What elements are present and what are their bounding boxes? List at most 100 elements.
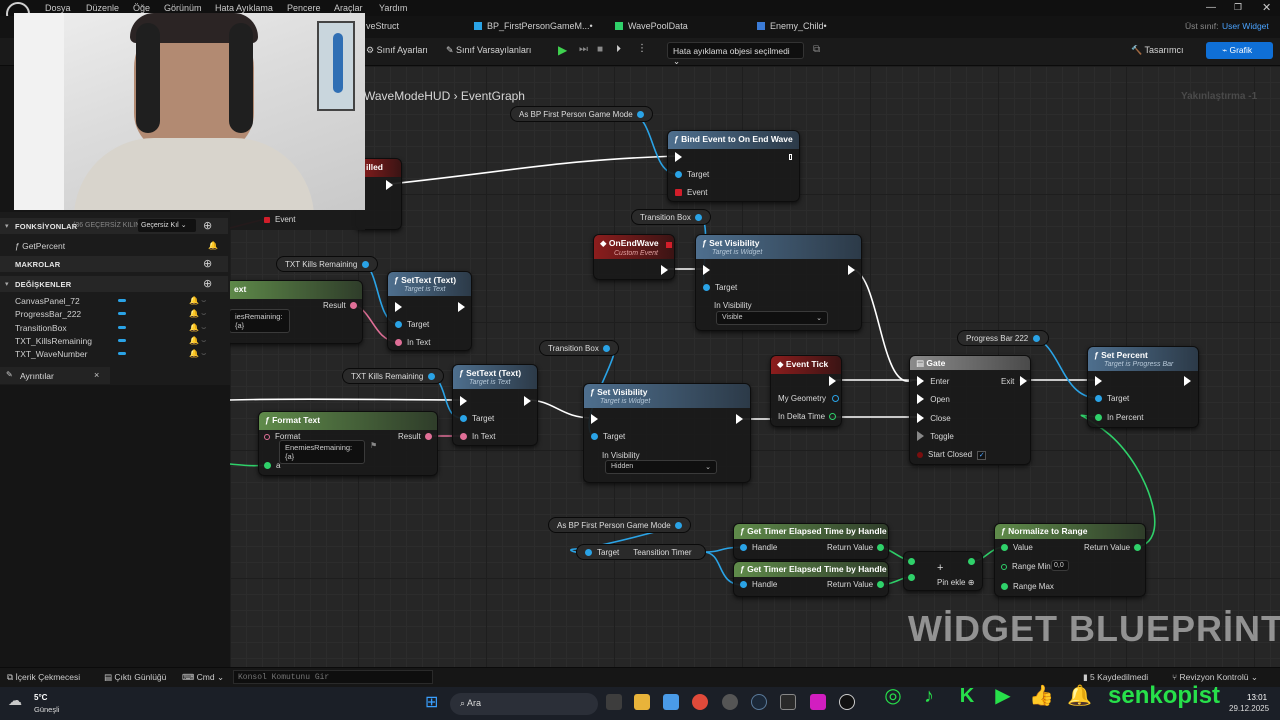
console-input[interactable]	[233, 670, 433, 684]
cast-node-game-mode-2[interactable]: As BP First Person Game Mode	[548, 517, 691, 533]
add-function-icon[interactable]: ⊕	[203, 219, 212, 232]
gate-node[interactable]: ▤ Gate	[909, 355, 1031, 465]
transition-box-getter[interactable]: Transition Box	[631, 209, 712, 225]
exec-out-pin[interactable]	[848, 265, 855, 275]
exec-out-pin[interactable]	[787, 152, 794, 162]
exec-in-pin[interactable]	[591, 414, 598, 424]
exec-in-pin[interactable]	[675, 152, 682, 162]
taskbar-search[interactable]: ⌕ Ara	[450, 693, 598, 715]
toggle-pin[interactable]: Toggle	[917, 431, 954, 441]
input-b-pin[interactable]	[908, 573, 920, 582]
transition-box-getter-2[interactable]: Transition Box	[539, 340, 620, 356]
output-log-button[interactable]: ▤ Çıktı Günlüğü	[104, 672, 166, 683]
target-pin[interactable]: Target	[703, 283, 737, 292]
close-tab-icon[interactable]: ×	[94, 370, 99, 380]
epic-games-icon[interactable]	[780, 694, 796, 710]
get-timer-elapsed-node-2[interactable]: ƒ Get Timer Elapsed Time by Handle	[733, 561, 889, 597]
return-value-pin[interactable]: Return Value	[1084, 543, 1142, 552]
content-drawer-button[interactable]: ⧉ İçerik Çekmecesi	[7, 672, 80, 683]
target-pin[interactable]: Target	[1095, 394, 1129, 403]
target-pin[interactable]: Target	[395, 320, 429, 329]
save-icon: ▮	[1083, 672, 1091, 682]
task-view-icon[interactable]	[606, 694, 622, 710]
exec-out-pin[interactable]	[458, 302, 465, 312]
event-pin[interactable]: Event	[675, 188, 707, 197]
cmd-dropdown[interactable]: ⌨ Cmd ⌄	[182, 672, 224, 683]
format-text-field[interactable]: EnemiesRemaining:{a}	[279, 440, 365, 464]
delegate-pin[interactable]	[666, 242, 672, 248]
handle-pin[interactable]: Handle	[740, 543, 777, 552]
exec-out-pin[interactable]	[661, 265, 668, 275]
a-pin[interactable]: a	[264, 461, 280, 470]
weather-icon[interactable]: ☁	[8, 692, 22, 709]
exec-in-pin[interactable]	[703, 265, 710, 275]
result-pin[interactable]: Result	[398, 432, 432, 441]
windows-start-icon[interactable]: ⊞	[425, 692, 438, 712]
exec-out-pin[interactable]	[524, 396, 531, 406]
visibility-dropdown[interactable]: Visible ⌄	[716, 311, 828, 325]
variable-item[interactable]: TXT_KillsRemaining	[15, 336, 92, 346]
add-macro-icon[interactable]: ⊕	[203, 257, 212, 270]
cast-node-game-mode[interactable]: As BP First Person Game Mode	[510, 106, 653, 122]
exec-in-pin[interactable]	[460, 396, 467, 406]
target-pin[interactable]: Target	[591, 432, 625, 441]
exec-out-pin[interactable]	[736, 414, 743, 424]
output-pin[interactable]	[636, 111, 644, 118]
weather-text: Güneşli	[34, 705, 60, 714]
format-field[interactable]: iesRemaining:{a}	[229, 309, 290, 333]
start-closed-pin[interactable]: Start Closed ✓	[917, 450, 987, 460]
target-pin[interactable]: Target	[460, 414, 494, 423]
target-pin[interactable]: Target	[675, 170, 709, 179]
output-pin[interactable]	[968, 557, 980, 566]
return-value-pin[interactable]: Return Value	[827, 543, 885, 552]
range-min-field[interactable]: 0,0	[1051, 560, 1069, 571]
transition-timer-getter[interactable]: Target Teansition Timer	[576, 544, 706, 560]
close-pin[interactable]: Close	[917, 413, 951, 423]
range-min-pin[interactable]: Range Min	[1001, 562, 1051, 571]
in-text-pin[interactable]: In Text	[395, 338, 430, 347]
unreal-engine-icon[interactable]	[839, 694, 855, 710]
txt-kills-remaining-getter-1[interactable]: TXT Kills Remaining	[276, 256, 378, 272]
steam-icon[interactable]	[751, 694, 767, 710]
in-text-pin[interactable]: In Text	[460, 432, 495, 441]
in-delta-time-pin[interactable]: In Delta Time	[778, 412, 837, 421]
file-explorer-icon[interactable]	[634, 694, 650, 710]
variable-item[interactable]: CanvasPanel_72	[15, 296, 80, 306]
txt-kills-remaining-getter-2[interactable]: TXT Kills Remaining	[342, 368, 444, 384]
node-title: ƒ Set Visibility Target is Widget	[584, 384, 750, 408]
exec-in-pin[interactable]	[395, 302, 402, 312]
my-geometry-pin[interactable]: My Geometry	[778, 394, 840, 403]
input-a-pin[interactable]	[908, 557, 920, 566]
value-pin[interactable]: Value	[1001, 543, 1033, 552]
exec-out-pin[interactable]	[1184, 376, 1191, 386]
obs-icon[interactable]	[722, 694, 738, 710]
return-value-pin[interactable]: Return Value	[827, 580, 885, 589]
variable-item[interactable]: ProgressBar_222	[15, 309, 81, 319]
progress-bar-getter[interactable]: Progress Bar 222	[957, 330, 1049, 346]
exec-out-pin[interactable]	[386, 180, 393, 190]
function-item-getpercent[interactable]: ƒ GetPercent	[15, 241, 65, 251]
override-dropdown[interactable]: Geçersiz Kıl ⌄	[138, 219, 196, 232]
add-variable-icon[interactable]: ⊕	[203, 277, 212, 290]
range-max-pin[interactable]: Range Max	[1001, 582, 1054, 591]
exec-out-pin[interactable]	[829, 376, 836, 386]
open-pin[interactable]: Open	[917, 394, 950, 404]
in-percent-pin[interactable]: In Percent	[1095, 413, 1143, 422]
store-icon[interactable]	[663, 694, 679, 710]
handle-pin[interactable]: Handle	[740, 580, 777, 589]
exec-in-pin[interactable]	[1095, 376, 1102, 386]
get-timer-elapsed-node-1[interactable]: ƒ Get Timer Elapsed Time by Handle	[733, 523, 889, 560]
result-pin[interactable]: Result	[323, 301, 357, 310]
variable-toggles[interactable]: 🔔 ⌣ 🔔 ⌣ 🔔 ⌣ 🔔 ⌣ 🔔 ⌣	[189, 294, 219, 358]
visibility-dropdown[interactable]: Hidden ⌄	[605, 460, 717, 474]
start-closed-checkbox[interactable]: ✓	[977, 451, 987, 460]
add-pin-button[interactable]: Pin ekle ⊕	[937, 578, 974, 587]
event-delegate-pin[interactable]: Event	[264, 215, 295, 224]
app-icon[interactable]	[810, 694, 826, 710]
flag-icon[interactable]: ⚑	[370, 441, 377, 450]
variable-item[interactable]: TXT_WaveNumber	[15, 349, 87, 359]
exit-pin[interactable]: Exit	[1001, 376, 1027, 386]
enter-pin[interactable]: Enter	[917, 376, 949, 386]
chrome-icon[interactable]	[692, 694, 708, 710]
variable-item[interactable]: TransitionBox	[15, 323, 67, 333]
